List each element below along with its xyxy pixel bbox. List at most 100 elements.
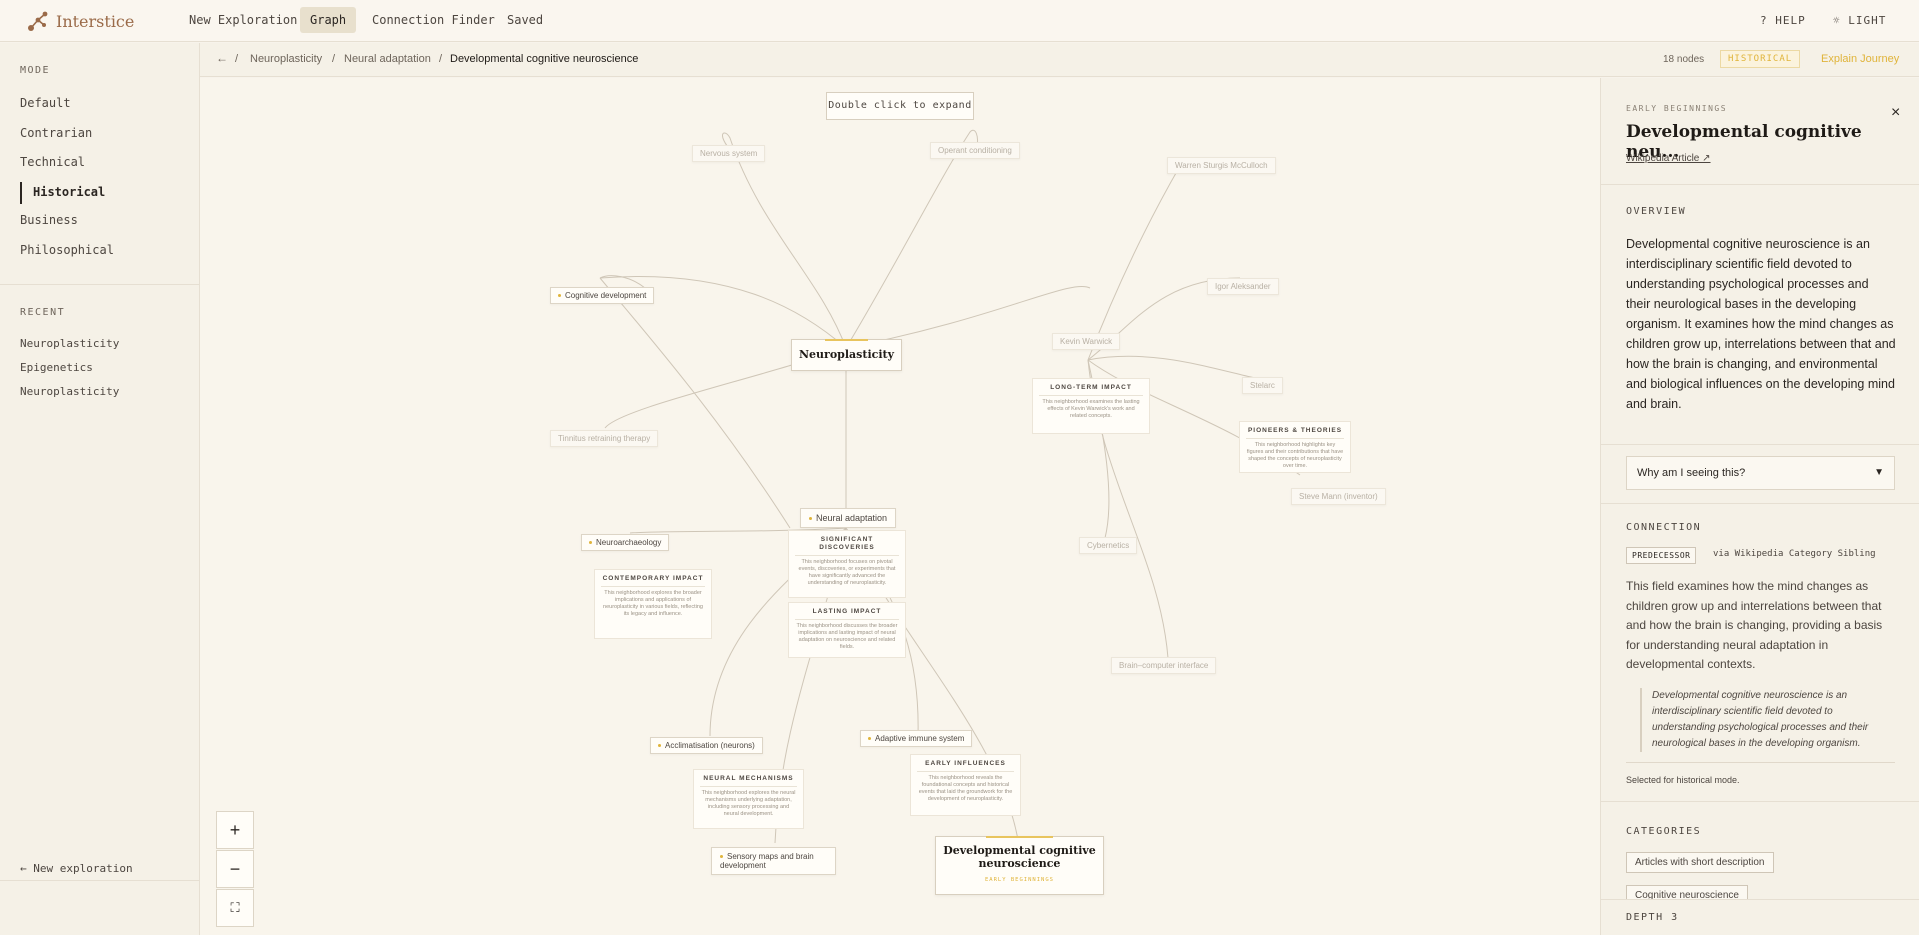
breadcrumb-item[interactable]: Neuroplasticity [250,53,322,65]
breadcrumb: ← / Neuroplasticity / Neural adaptation … [200,43,1919,77]
expand-hint: Double click to expand [826,92,974,120]
recent-item[interactable]: Epigenetics [20,361,93,374]
node-igor-aleksander[interactable]: Igor Aleksander [1207,278,1279,295]
app-logo[interactable]: Interstice [26,9,134,33]
categories-label: CATEGORIES [1626,826,1702,837]
mode-contrarian[interactable]: Contrarian [20,126,92,140]
panel-divider [1601,503,1919,504]
recent-heading: RECENT [20,307,66,318]
cluster-contemporary-impact[interactable]: CONTEMPORARY IMPACT This neighborhood ex… [594,569,712,639]
node-operant-conditioning[interactable]: Operant conditioning [930,142,1020,159]
sidebar-divider [0,284,199,285]
node-tinnitus-therapy[interactable]: Tinnitus retraining therapy [550,430,659,447]
mode-philosophical[interactable]: Philosophical [20,243,114,257]
panel-divider [1601,184,1919,185]
panel-divider [1626,762,1895,763]
selected-note: Selected for historical mode. [1626,775,1740,785]
node-dot-icon [720,855,723,859]
recent-item[interactable]: Neuroplasticity [20,385,119,398]
graph-canvas[interactable]: Double click to expand Nervous system Op… [200,78,1600,935]
cluster-pioneers-theories[interactable]: PIONEERS & THEORIES This neighborhood hi… [1239,421,1351,473]
why-dropdown[interactable]: Why am I seeing this? ▼ [1626,456,1895,490]
theme-toggle[interactable]: ☼ LIGHT [1833,14,1886,27]
breadcrumb-separator: / [332,53,336,65]
breadcrumb-item[interactable]: Neural adaptation [344,53,431,65]
node-kevin-warwick[interactable]: Kevin Warwick [1052,333,1121,350]
panel-divider [1601,444,1919,445]
sidebar: MODE Default Contrarian Technical Histor… [0,43,200,935]
node-stelarc[interactable]: Stelarc [1242,377,1283,394]
node-accent-bar [824,339,869,341]
breadcrumb-separator: / [439,53,443,65]
node-neural-adaptation[interactable]: Neural adaptation [800,508,897,528]
node-dot-icon [589,541,592,545]
panel-divider [1601,801,1919,802]
node-adaptive-immune-system[interactable]: Adaptive immune system [860,730,973,747]
cluster-lasting-impact[interactable]: LASTING IMPACT This neighborhood discuss… [788,602,906,658]
tab-new-exploration[interactable]: New Exploration [179,7,307,33]
mode-heading: MODE [20,65,51,76]
main-node-neuroplasticity[interactable]: Neuroplasticity [791,339,902,371]
overview-text: Developmental cognitive neuroscience is … [1626,237,1896,411]
back-arrow-icon[interactable]: ← [216,51,228,65]
close-icon[interactable]: × [1891,104,1900,122]
target-node-developmental-cognitive-neuroscience[interactable]: Developmental cognitive neuroscience EAR… [935,836,1104,895]
cluster-significant-discoveries[interactable]: SIGNIFICANT DISCOVERIES This neighborhoo… [788,530,906,598]
node-neuroarchaeology[interactable]: Neuroarchaeology [581,534,670,551]
cluster-neural-mechanisms[interactable]: NEURAL MECHANISMS This neighborhood expl… [693,769,804,829]
recent-item[interactable]: Neuroplasticity [20,337,119,350]
node-dot-icon [868,737,871,741]
new-exploration-link[interactable]: ← New exploration [20,862,133,875]
node-sensory-maps[interactable]: Sensory maps and brain development [711,847,836,875]
depth-footer: DEPTH 3 [1601,899,1919,935]
node-dot-icon [658,744,661,748]
cluster-early-influences[interactable]: EARLY INFLUENCES This neighborhood revea… [910,754,1021,816]
mode-historical[interactable]: Historical [33,185,105,199]
top-bar: Interstice New Exploration Graph Connect… [0,0,1919,42]
cluster-long-term-impact[interactable]: LONG-TERM IMPACT This neighborhood exami… [1032,378,1150,434]
node-nervous-system[interactable]: Nervous system [692,145,766,162]
mode-default[interactable]: Default [20,96,71,110]
overview-label: OVERVIEW [1626,206,1687,217]
panel-eyebrow: EARLY BEGINNINGS [1626,104,1728,113]
node-dot-icon [809,517,812,521]
connection-label: CONNECTION [1626,522,1702,533]
depth-label: DEPTH 3 [1626,912,1679,923]
wikipedia-link[interactable]: Wikipedia Article ↗ [1626,153,1711,164]
node-count: 18 nodes [1663,54,1705,65]
tab-saved[interactable]: Saved [497,7,553,33]
zoom-out-button[interactable]: − [216,850,254,888]
connection-quote: Developmental cognitive neuroscience is … [1640,688,1895,752]
graph-edges [599,129,1301,844]
breadcrumb-separator: / [235,53,239,65]
node-brain-computer-interface[interactable]: Brain–computer interface [1111,657,1217,674]
help-button[interactable]: ? HELP [1760,14,1806,27]
target-node-tag: EARLY BEGINNINGS [985,877,1054,883]
chevron-down-icon: ▼ [1874,467,1884,478]
tab-connection-finder[interactable]: Connection Finder [362,7,505,33]
app-name: Interstice [56,11,135,31]
breadcrumb-current: Developmental cognitive neuroscience [450,53,639,65]
tab-graph[interactable]: Graph [300,7,357,33]
node-cybernetics[interactable]: Cybernetics [1079,537,1138,554]
node-warren-mcculloch[interactable]: Warren Sturgis McCulloch [1167,157,1276,174]
explain-journey-button[interactable]: Explain Journey [1821,53,1899,65]
mode-business[interactable]: Business [20,213,78,227]
detail-panel: EARLY BEGINNINGS Developmental cognitive… [1600,78,1919,935]
node-cognitive-development[interactable]: Cognitive development [550,287,655,304]
mode-badge: HISTORICAL [1720,50,1801,68]
node-accent-bar [986,836,1053,838]
active-mode-indicator [20,182,22,204]
why-dropdown-label: Why am I seeing this? [1637,467,1746,479]
node-steve-mann[interactable]: Steve Mann (inventor) [1291,488,1386,505]
fit-view-button[interactable]: ⛶ [216,889,254,927]
connection-text: This field examines how the mind changes… [1626,579,1883,671]
predecessor-badge: PREDECESSOR [1626,547,1697,564]
node-acclimatisation[interactable]: Acclimatisation (neurons) [650,737,763,754]
mode-technical[interactable]: Technical [20,155,85,169]
logo-icon [28,11,48,31]
zoom-in-button[interactable]: + [216,811,254,849]
sidebar-divider [0,880,199,881]
category-tag[interactable]: Articles with short description [1626,852,1774,873]
connection-via: via Wikipedia Category Sibling [1713,549,1876,559]
